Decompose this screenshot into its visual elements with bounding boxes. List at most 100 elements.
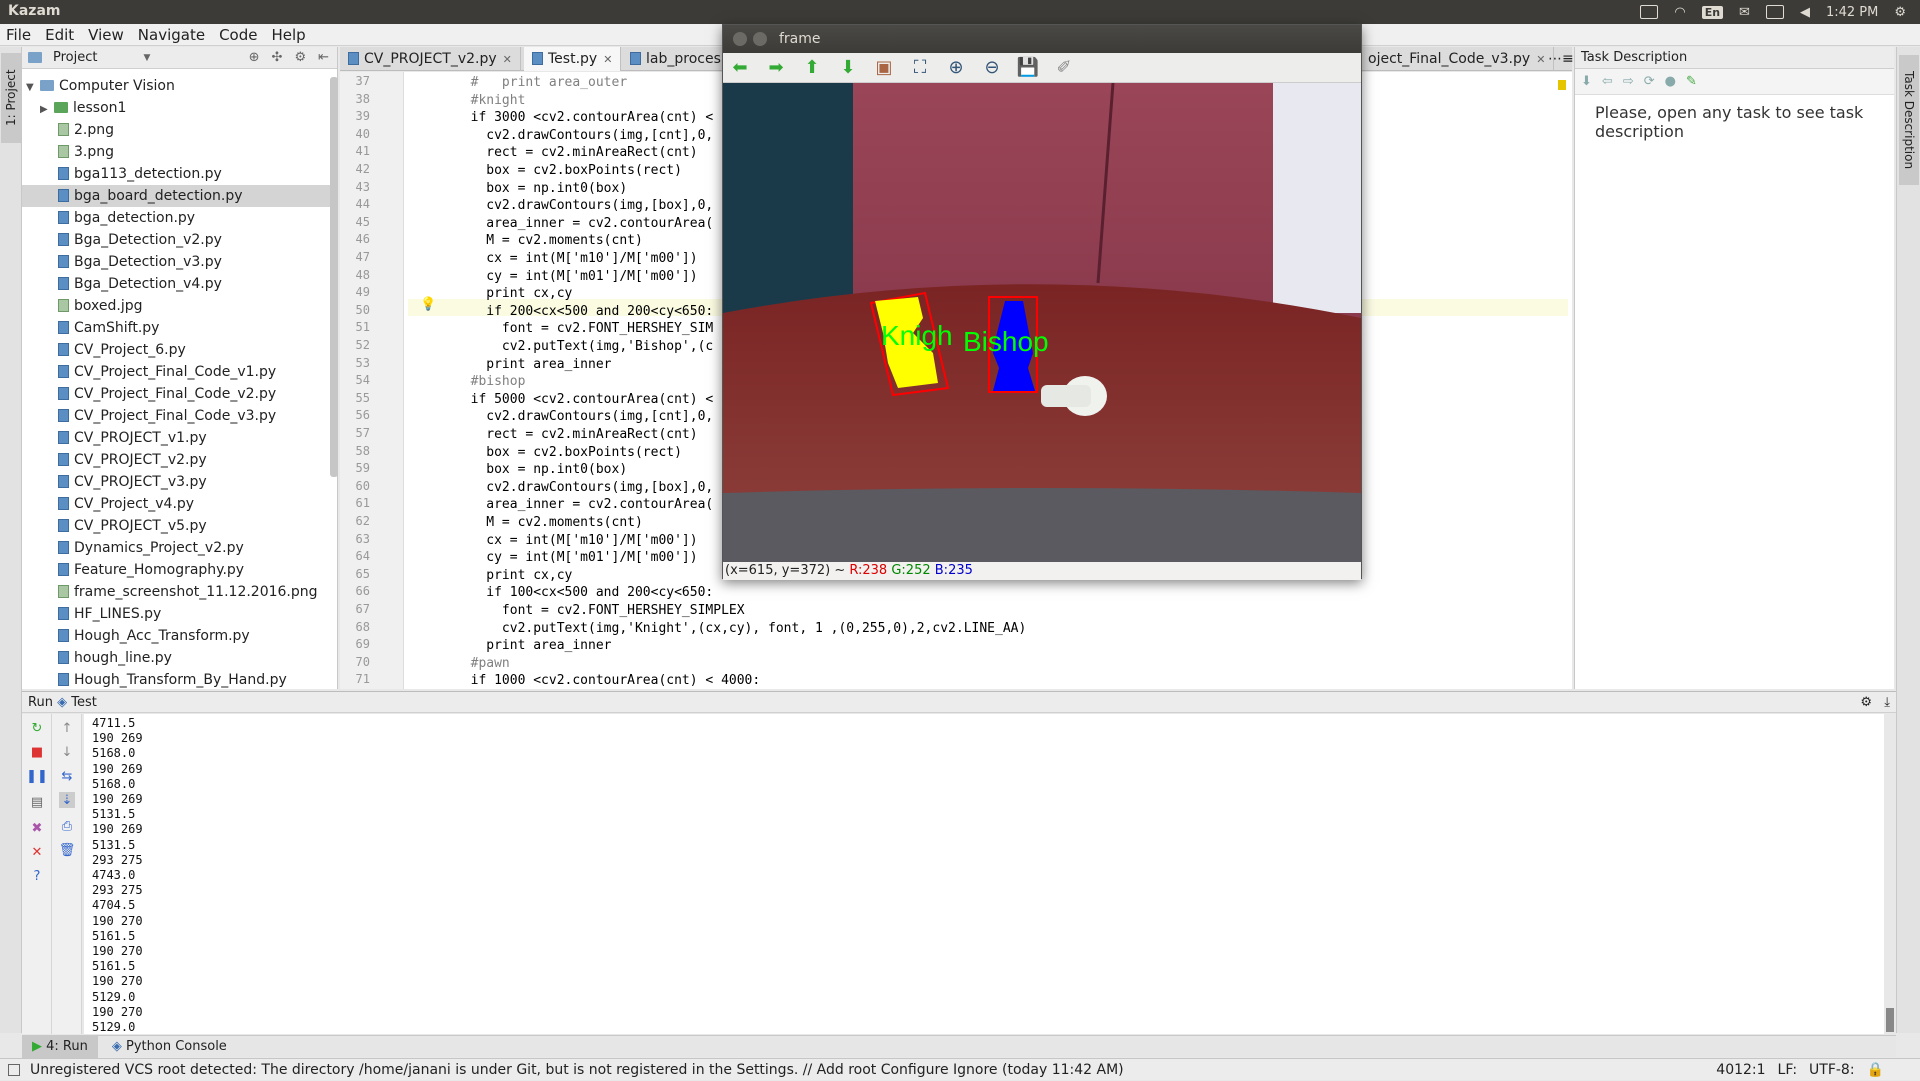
tree-file-item[interactable]: Bga_Detection_v3.py <box>22 251 332 273</box>
tree-folder-lesson1[interactable]: ▶ lesson1 <box>22 97 332 119</box>
project-scrollbar[interactable] <box>330 77 338 477</box>
pan-down-icon[interactable]: ⬇ <box>837 57 859 78</box>
tree-file-item[interactable]: CV_PROJECT_v3.py <box>22 471 332 493</box>
tree-root[interactable]: ▼ Computer Vision <box>22 75 332 97</box>
code-line[interactable]: box = np.int0(box) <box>408 461 627 478</box>
code-line[interactable]: font = cv2.FONT_HERSHEY_SIMPLEX <box>408 602 745 619</box>
tree-file-item[interactable]: CV_PROJECT_v2.py <box>22 449 332 471</box>
menu-edit[interactable]: Edit <box>45 26 74 44</box>
previous-task-icon[interactable]: ⇦ <box>1602 74 1613 89</box>
tab-run[interactable]: ▶ 4: Run <box>22 1035 98 1058</box>
hint-icon[interactable]: ● <box>1665 74 1676 89</box>
code-line[interactable]: #knight <box>408 92 526 109</box>
settings-gear-icon[interactable]: ⚙ <box>1894 5 1906 20</box>
pause-icon[interactable]: ❚❚ <box>26 768 48 784</box>
close-icon[interactable]: ✕ <box>29 844 45 860</box>
pan-left-icon[interactable]: ⬅ <box>729 57 751 78</box>
tab-python-console[interactable]: ◈ Python Console <box>102 1036 237 1058</box>
close-tab-icon[interactable]: ✕ <box>503 53 512 66</box>
code-line[interactable]: #pawn <box>408 655 510 672</box>
tab-lab-proces[interactable]: lab_proces <box>622 47 730 71</box>
tab-cv-project-final-code-v3[interactable]: oject_Final_Code_v3.py ✕ <box>1360 47 1555 71</box>
hide-panel-icon[interactable]: ⇤ <box>318 50 329 65</box>
code-line[interactable]: box = cv2.boxPoints(rect) <box>408 162 682 179</box>
tree-file-item[interactable]: CV_Project_6.py <box>22 339 332 361</box>
code-line[interactable]: print area_inner <box>408 356 611 373</box>
line-separator[interactable]: LF: <box>1778 1059 1797 1081</box>
opencv-frame-window[interactable]: frame ⬅ ➡ ⬆ ⬇ ▣ ⛶ ⊕ ⊖ 💾 ✐ Knigh Bishop (… <box>722 24 1362 580</box>
stop-icon[interactable]: ■ <box>29 744 45 760</box>
project-tool-tab[interactable]: 1: Project <box>1 53 21 143</box>
down-arrow-icon[interactable]: ↓ <box>59 744 75 760</box>
tree-file-item[interactable]: frame_screenshot_11.12.2016.png <box>22 581 332 603</box>
tree-file-item[interactable]: 3.png <box>22 141 332 163</box>
file-encoding[interactable]: UTF-8: <box>1809 1059 1855 1081</box>
code-line[interactable]: area_inner = cv2.contourArea( <box>408 215 713 232</box>
frame-titlebar[interactable]: frame <box>723 25 1361 53</box>
up-arrow-icon[interactable]: ↑ <box>59 720 75 736</box>
tree-file-item[interactable]: Dynamics_Project_v2.py <box>22 537 332 559</box>
tree-file-item[interactable]: boxed.jpg <box>22 295 332 317</box>
menu-navigate[interactable]: Navigate <box>138 26 205 44</box>
code-line[interactable]: font = cv2.FONT_HERSHEY_SIM <box>408 320 713 337</box>
zoom-in-icon[interactable]: ⊕ <box>945 57 967 78</box>
tree-file-item[interactable]: Hough_Transform_By_Hand.py <box>22 669 332 691</box>
code-line[interactable]: cv2.drawContours(img,[box],0, <box>408 197 713 214</box>
task-description-tool-tab[interactable]: Task Description <box>1899 55 1919 185</box>
dropdown-arrow-icon[interactable]: ▼ <box>143 53 150 63</box>
code-line[interactable]: box = cv2.boxPoints(rect) <box>408 444 682 461</box>
tree-file-item[interactable]: Bga_Detection_v4.py <box>22 273 332 295</box>
project-view-selector[interactable]: Project <box>53 50 97 65</box>
intention-bulb-icon[interactable]: 💡 <box>420 297 436 312</box>
menu-help[interactable]: Help <box>271 26 305 44</box>
tab-test-py[interactable]: Test.py ✕ <box>524 47 622 71</box>
code-line[interactable]: rect = cv2.minAreaRect(cnt) <box>408 426 697 443</box>
code-line[interactable]: rect = cv2.minAreaRect(cnt) <box>408 144 697 161</box>
pan-up-icon[interactable]: ⬆ <box>801 57 823 78</box>
menu-code[interactable]: Code <box>219 26 257 44</box>
next-task-icon[interactable]: ⇨ <box>1623 74 1634 89</box>
code-line[interactable]: cy = int(M['m01']/M['m00']) <box>408 268 697 285</box>
clock[interactable]: 1:42 PM <box>1826 5 1878 20</box>
battery-icon[interactable] <box>1765 5 1784 19</box>
code-line[interactable]: print cx,cy <box>408 567 572 584</box>
error-stripe-marker[interactable] <box>1558 80 1566 90</box>
code-line[interactable]: M = cv2.moments(cnt) <box>408 232 643 249</box>
menu-file[interactable]: File <box>6 26 31 44</box>
zoom-original-icon[interactable]: ▣ <box>873 57 895 78</box>
menu-view[interactable]: View <box>88 26 124 44</box>
collapse-icon[interactable]: ✣ <box>272 50 283 65</box>
tree-file-item[interactable]: CV_PROJECT_v5.py <box>22 515 332 537</box>
tree-file-item[interactable]: HF_LINES.py <box>22 603 332 625</box>
wifi-icon[interactable]: ◠ <box>1674 5 1685 20</box>
code-line[interactable]: cv2.drawContours(img,[box],0, <box>408 479 713 496</box>
code-line[interactable]: cv2.putText(img,'Bishop',(c <box>408 338 713 355</box>
code-line[interactable]: print area_inner <box>408 637 611 654</box>
check-task-icon[interactable]: ⬇ <box>1581 74 1592 89</box>
help-icon[interactable]: ? <box>29 868 45 884</box>
console-scrollbar[interactable] <box>1886 1008 1894 1032</box>
tree-file-item[interactable]: Feature_Homography.py <box>22 559 332 581</box>
tree-file-item[interactable]: CV_Project_v4.py <box>22 493 332 515</box>
caret-position[interactable]: 4012:1 <box>1716 1059 1765 1081</box>
code-line[interactable]: cv2.drawContours(img,[cnt],0, <box>408 127 713 144</box>
code-line[interactable]: area_inner = cv2.contourArea( <box>408 496 713 513</box>
hide-panel-icon[interactable]: ⤓ <box>1884 692 1890 714</box>
keyboard-language-indicator[interactable]: En <box>1701 5 1724 19</box>
zoom-fit-icon[interactable]: ⛶ <box>909 57 931 78</box>
tab-cv-project-v2[interactable]: CV_PROJECT_v2.py ✕ <box>340 47 521 71</box>
code-line[interactable]: cv2.putText(img,'Knight',(cx,cy), font, … <box>408 620 1026 637</box>
run-console-output[interactable]: 4711.5 190 269 5168.0 190 269 5168.0 190 269 5… <box>84 714 1884 1034</box>
close-tab-icon[interactable]: ✕ <box>603 53 612 66</box>
tree-file-item[interactable]: CamShift.py <box>22 317 332 339</box>
tree-file-item[interactable]: 2.png <box>22 119 332 141</box>
vcs-notification[interactable]: Unregistered VCS root detected: The dire… <box>30 1059 1124 1081</box>
layout-icon[interactable]: ▤ <box>29 794 45 810</box>
tree-file-item[interactable]: CV_Project_Final_Code_v3.py <box>22 405 332 427</box>
properties-brush-icon[interactable]: ✐ <box>1053 57 1075 78</box>
code-line[interactable]: M = cv2.moments(cnt) <box>408 514 643 531</box>
tree-file-item[interactable]: Bga_Detection_v2.py <box>22 229 332 251</box>
code-line[interactable]: if 5000 <cv2.contourArea(cnt) < <box>408 391 714 408</box>
code-line[interactable]: cy = int(M['m01']/M['m00']) <box>408 549 697 566</box>
sync-icon[interactable]: ⊕ <box>249 50 260 65</box>
